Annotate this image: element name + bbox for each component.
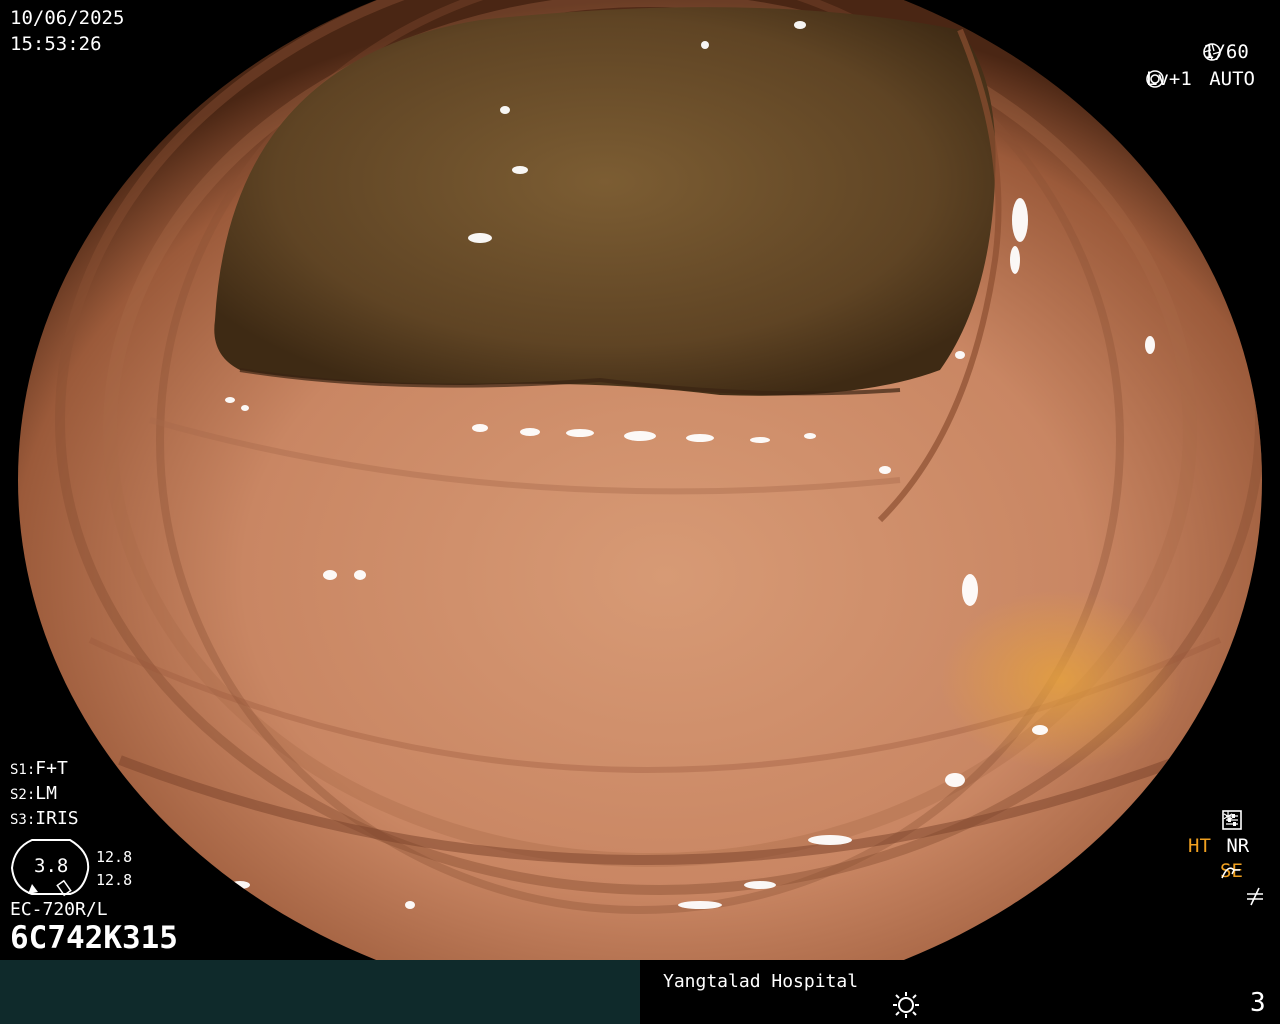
not-equal-icon — [1247, 887, 1263, 906]
date-text: 10/06/2025 — [10, 7, 125, 29]
aperture-icon — [1203, 43, 1221, 61]
scope-model: EC-720R/L — [10, 899, 108, 920]
settings-indicator: * — [1222, 810, 1242, 830]
switch-s1-value: F+T — [35, 758, 68, 779]
hospital-name: Yangtalad Hospital — [663, 971, 859, 992]
colon-lumen-image — [18, 0, 1262, 960]
gauge-center-value: 3.8 — [34, 855, 69, 877]
auto-iris-icon — [1146, 70, 1164, 88]
page-number: 3 — [1250, 988, 1266, 1018]
settings-sliders-icon — [1222, 810, 1242, 830]
sun-icon — [893, 992, 919, 1018]
bottom-bar: Yangtalad Hospital 3 — [0, 960, 1280, 1024]
time-text: 15:53:26 — [10, 33, 102, 55]
se-indicator: SE — [1220, 862, 1243, 881]
ht-nr-indicator: HT NR — [1188, 837, 1249, 856]
shutter-speed: 1/60 — [1203, 43, 1249, 62]
switch-s2-key: S2 — [10, 787, 27, 803]
scope-serial: 6C742K315 — [10, 920, 178, 956]
gauge-upper-value: 12.8 — [96, 848, 133, 866]
gauge-lower-value: 12.8 — [96, 871, 133, 889]
switch-s3: S3:IRIS — [10, 808, 79, 829]
nr-label: NR — [1226, 835, 1250, 857]
curve-icon — [1221, 867, 1240, 879]
switch-s2-value: LM — [35, 783, 57, 804]
ht-label: HT — [1188, 835, 1211, 857]
mode-value: AUTO — [1209, 68, 1255, 90]
switch-s1: S1:F+T — [10, 758, 68, 779]
switch-s3-value: IRIS — [35, 808, 79, 829]
switch-s1-key: S1 — [10, 762, 27, 778]
switch-s2: S2:LM — [10, 783, 57, 804]
info-panel: Yangtalad Hospital 3 — [640, 960, 1280, 1024]
endoscope-view: 10/06/2025 15:53:26 1/60 Lv+1 AUTO S1:F+… — [0, 0, 1280, 960]
switch-s3-key: S3 — [10, 812, 27, 828]
level-mode: Lv+1 AUTO — [1146, 70, 1255, 89]
